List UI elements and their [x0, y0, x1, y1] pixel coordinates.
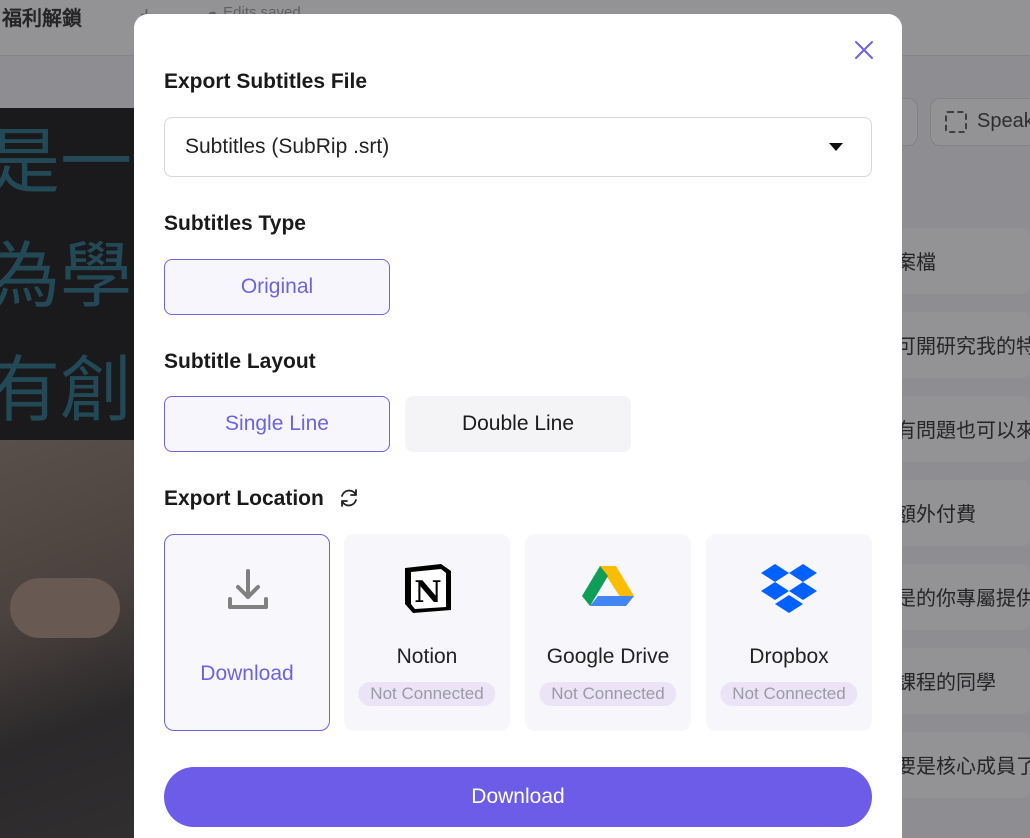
close-icon [855, 41, 873, 59]
layout-single-line[interactable]: Single Line [164, 396, 390, 452]
destination-name: Google Drive [546, 645, 670, 668]
destination-name: Dropbox [749, 645, 829, 668]
option-label: Double Line [461, 412, 575, 435]
google-drive-icon [582, 566, 634, 606]
export-subtitles-modal: Export Subtitles File Subtitles (SubRip … [134, 14, 902, 838]
destination-notion[interactable]: N Notion Not Connected [344, 534, 510, 731]
notion-icon: N [405, 564, 451, 613]
destination-download[interactable]: Download [164, 534, 330, 731]
destination-google-drive[interactable]: Google Drive Not Connected [525, 534, 691, 731]
connection-status-badge: Not Connected [358, 682, 496, 706]
file-format-value: Subtitles (SubRip .srt) [185, 135, 390, 158]
subtitle-layout-title: Subtitle Layout [164, 350, 316, 373]
option-label: Single Line [225, 412, 329, 435]
svg-text:N: N [414, 575, 441, 610]
export-location-title: Export Location [164, 487, 324, 510]
file-format-select[interactable]: Subtitles (SubRip .srt) [164, 117, 872, 177]
subtitles-type-original[interactable]: Original [164, 259, 390, 315]
destination-name: Download [200, 662, 294, 685]
destination-name: Notion [396, 645, 458, 668]
layout-double-line[interactable]: Double Line [405, 396, 631, 452]
modal-title: Export Subtitles File [164, 70, 368, 93]
subtitles-type-title: Subtitles Type [164, 212, 306, 235]
destination-dropbox[interactable]: Dropbox Not Connected [706, 534, 872, 731]
download-button[interactable]: Download [164, 767, 872, 827]
close-button[interactable] [852, 38, 876, 62]
refresh-button[interactable] [338, 487, 360, 509]
option-label: Original [240, 275, 314, 298]
refresh-icon [341, 489, 357, 507]
download-icon [228, 569, 268, 609]
chevron-down-icon [829, 143, 843, 151]
connection-status-badge: Not Connected [720, 682, 858, 706]
dropbox-icon [761, 564, 817, 613]
connection-status-badge: Not Connected [539, 682, 677, 706]
